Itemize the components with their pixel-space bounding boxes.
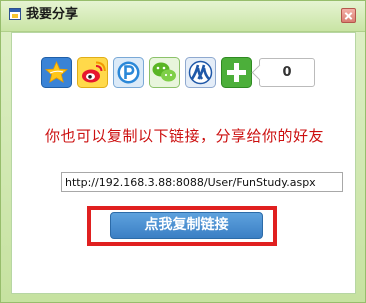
- dialog-content: 0 你也可以复制以下链接，分享给你的好友 点我复制链接: [11, 32, 356, 294]
- renren-icon[interactable]: [185, 57, 216, 88]
- wechat-icon[interactable]: [149, 57, 180, 88]
- share-dialog: 我要分享 0 你也可以复制以下链接，分享给你的好友 http://192.168…: [0, 0, 366, 303]
- dialog-title: 我要分享: [26, 7, 79, 22]
- sina-weibo-icon[interactable]: [77, 57, 108, 88]
- share-count-badge: 0: [259, 58, 315, 87]
- copy-link-button[interactable]: 点我复制链接: [110, 212, 263, 239]
- more-share-icon[interactable]: [221, 57, 252, 88]
- share-link-field[interactable]: [61, 172, 343, 192]
- title-bar[interactable]: 我要分享: [1, 1, 365, 32]
- share-hint-text: 你也可以复制以下链接，分享给你的好友: [44, 127, 324, 145]
- pengyou-icon[interactable]: [113, 57, 144, 88]
- qzone-icon[interactable]: [41, 57, 72, 88]
- window-icon: [9, 8, 21, 20]
- close-button[interactable]: [341, 8, 356, 23]
